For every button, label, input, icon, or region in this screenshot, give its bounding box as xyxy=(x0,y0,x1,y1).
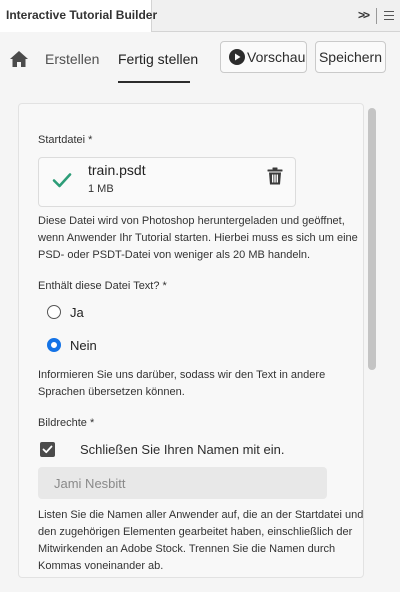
include-name-checkbox[interactable] xyxy=(40,442,55,457)
tab-erstellen[interactable]: Erstellen xyxy=(45,51,99,67)
save-button[interactable]: Speichern xyxy=(315,41,386,73)
active-tab-indicator xyxy=(118,81,190,83)
image-rights-label: Bildrechte * xyxy=(38,417,95,429)
panel-title: Interactive Tutorial Builder xyxy=(0,0,157,32)
include-name-label[interactable]: Schließen Sie Ihren Namen mit ein. xyxy=(80,442,284,457)
radio-nein[interactable] xyxy=(47,338,61,352)
contributor-names-input[interactable] xyxy=(38,467,327,499)
double-chevron-icon[interactable]: >> xyxy=(358,8,370,22)
trash-icon[interactable] xyxy=(267,167,283,185)
panel-title-bar: Interactive Tutorial Builder >> xyxy=(0,0,400,32)
preview-button[interactable]: Vorschau xyxy=(220,41,307,73)
radio-nein-label[interactable]: Nein xyxy=(70,338,97,353)
image-rights-help-text: Listen Sie die Namen aller Anwender auf,… xyxy=(38,509,364,572)
preview-button-label: Vorschau xyxy=(247,49,306,65)
menu-icon[interactable] xyxy=(384,11,394,20)
radio-ja-label[interactable]: Ja xyxy=(70,305,84,320)
check-icon xyxy=(52,173,72,188)
file-name: train.psdt xyxy=(88,162,146,178)
contains-text-label: Enthält diese Datei Text? * xyxy=(38,280,167,292)
checkmark-icon xyxy=(42,445,53,454)
title-divider xyxy=(376,8,377,24)
file-size: 1 MB xyxy=(88,183,114,195)
radio-ja[interactable] xyxy=(47,305,61,319)
play-icon xyxy=(229,49,245,65)
start-file-help-text: Diese Datei wird von Photoshop herunterg… xyxy=(38,215,358,261)
file-card xyxy=(38,157,296,207)
home-icon[interactable] xyxy=(9,50,29,68)
start-file-label: Startdatei * xyxy=(38,134,93,146)
tab-fertig-stellen[interactable]: Fertig stellen xyxy=(118,51,198,67)
scrollbar-thumb[interactable] xyxy=(368,108,376,370)
contains-text-help-text: Informieren Sie uns darüber, sodass wir … xyxy=(38,369,326,398)
